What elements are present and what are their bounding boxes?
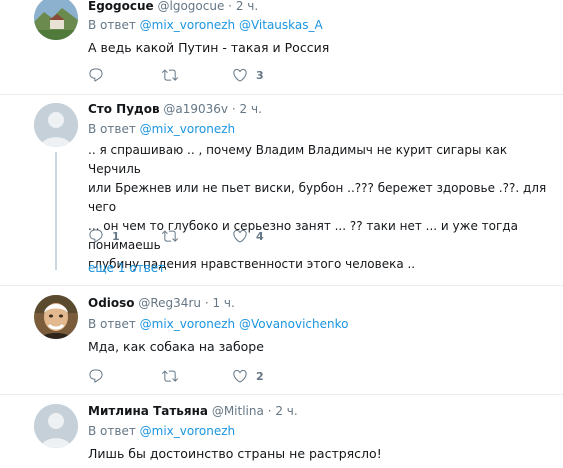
tweet-text: А ведь какой Путин - такая и Россия — [88, 40, 330, 55]
like-count: 4 — [256, 229, 264, 243]
tweet-text: Лишь бы достоинство страны не растрясло! — [88, 446, 382, 461]
heart-icon — [232, 67, 248, 83]
separator-dot: · — [204, 296, 209, 310]
reply-button[interactable] — [88, 67, 104, 83]
tweet-2[interactable]: Сто Пудов @a19036v · 2 ч. В ответ @mix_v… — [0, 95, 563, 285]
reply-context: В ответ @mix_voronezh @Vovanovichenko — [88, 317, 348, 331]
mention-link[interactable]: @mix_voronezh — [140, 122, 235, 136]
like-button[interactable]: 3 — [232, 67, 264, 83]
mention-link[interactable]: @Vovanovichenko — [239, 317, 349, 331]
avatar[interactable] — [34, 295, 78, 339]
like-button[interactable]: 4 — [232, 228, 264, 244]
tweet-text: .. я спрашиваю .. , почему Владим Владим… — [88, 141, 563, 274]
author-handle[interactable]: @lgogocue — [158, 0, 225, 13]
tweet-text-line: или Брежнев или не пьет виски, бурбон ..… — [88, 181, 547, 214]
mention-link[interactable]: @mix_voronezh — [140, 18, 235, 32]
like-count: 3 — [256, 68, 264, 82]
tweet-4[interactable]: Митлина Татьяна @Mitlina · 2 ч. В ответ … — [0, 395, 563, 468]
timestamp[interactable]: 2 ч. — [236, 0, 258, 13]
default-avatar-icon — [34, 103, 78, 147]
reply-icon — [88, 368, 104, 384]
author-handle[interactable]: @a19036v — [163, 102, 228, 116]
tweet-text: Мда, как собака на заборе — [88, 339, 264, 354]
mention-link[interactable]: @Vitauskas_A — [239, 18, 323, 32]
heart-icon — [232, 228, 248, 244]
reply-count: 1 — [112, 229, 120, 243]
show-more-replies-link[interactable]: еще 1 ответ — [88, 261, 165, 275]
retweet-icon — [162, 368, 178, 384]
reply-prefix: В ответ — [88, 424, 136, 438]
retweet-button[interactable] — [162, 228, 178, 244]
reply-icon — [88, 67, 104, 83]
separator-dot: · — [228, 0, 232, 13]
reply-context: В ответ @mix_voronezh — [88, 424, 235, 438]
reply-button[interactable] — [88, 368, 104, 384]
mention-link[interactable]: @mix_voronezh — [140, 424, 235, 438]
avatar-landscape-image — [34, 0, 78, 40]
reply-prefix: В ответ — [88, 122, 136, 136]
author-name[interactable]: Egogocue — [88, 0, 154, 13]
mention-link[interactable]: @mix_voronezh — [140, 317, 235, 331]
timestamp[interactable]: 1 ч. — [212, 296, 234, 310]
separator-dot: · — [267, 404, 272, 418]
avatar-portrait-image — [34, 295, 78, 339]
author-handle[interactable]: @Mitlina — [212, 404, 264, 418]
like-count: 2 — [256, 369, 264, 383]
retweet-button[interactable] — [162, 67, 178, 83]
avatar[interactable] — [34, 103, 78, 147]
tweet-header: Egogocue @lgogocue · 2 ч. — [88, 0, 258, 13]
reply-context: В ответ @mix_voronezh @Vitauskas_A — [88, 18, 323, 32]
avatar[interactable] — [34, 0, 78, 40]
retweet-icon — [162, 67, 178, 83]
heart-icon — [232, 368, 248, 384]
retweet-icon — [162, 228, 178, 244]
tweet-header: Odioso @Reg34ru · 1 ч. — [88, 296, 235, 310]
tweet-3[interactable]: Odioso @Reg34ru · 1 ч. В ответ @mix_voro… — [0, 286, 563, 394]
author-name[interactable]: Odioso — [88, 296, 135, 310]
like-button[interactable]: 2 — [232, 368, 264, 384]
timestamp[interactable]: 2 ч. — [240, 102, 262, 116]
tweet-header: Митлина Татьяна @Mitlina · 2 ч. — [88, 404, 298, 418]
tweet-text-line: .. я спрашиваю .. , почему Владим Владим… — [88, 143, 508, 176]
reply-button[interactable]: 1 — [88, 228, 120, 244]
separator-dot: · — [231, 102, 236, 116]
reply-prefix: В ответ — [88, 18, 136, 32]
reply-context: В ответ @mix_voronezh — [88, 122, 235, 136]
avatar[interactable] — [34, 404, 78, 448]
default-avatar-icon — [34, 404, 78, 448]
tweet-1[interactable]: Egogocue @lgogocue · 2 ч. В ответ @mix_v… — [0, 0, 563, 94]
tweet-text-line: ... он чем то глубоко и серьезно занят .… — [88, 219, 518, 252]
tweet-header: Сто Пудов @a19036v · 2 ч. — [88, 102, 262, 116]
timestamp[interactable]: 2 ч. — [275, 404, 297, 418]
thread-connector-line — [55, 152, 57, 270]
author-name[interactable]: Сто Пудов — [88, 102, 160, 116]
retweet-button[interactable] — [162, 368, 178, 384]
reply-prefix: В ответ — [88, 317, 136, 331]
reply-icon — [88, 228, 104, 244]
author-handle[interactable]: @Reg34ru — [138, 296, 201, 310]
author-name[interactable]: Митлина Татьяна — [88, 404, 208, 418]
